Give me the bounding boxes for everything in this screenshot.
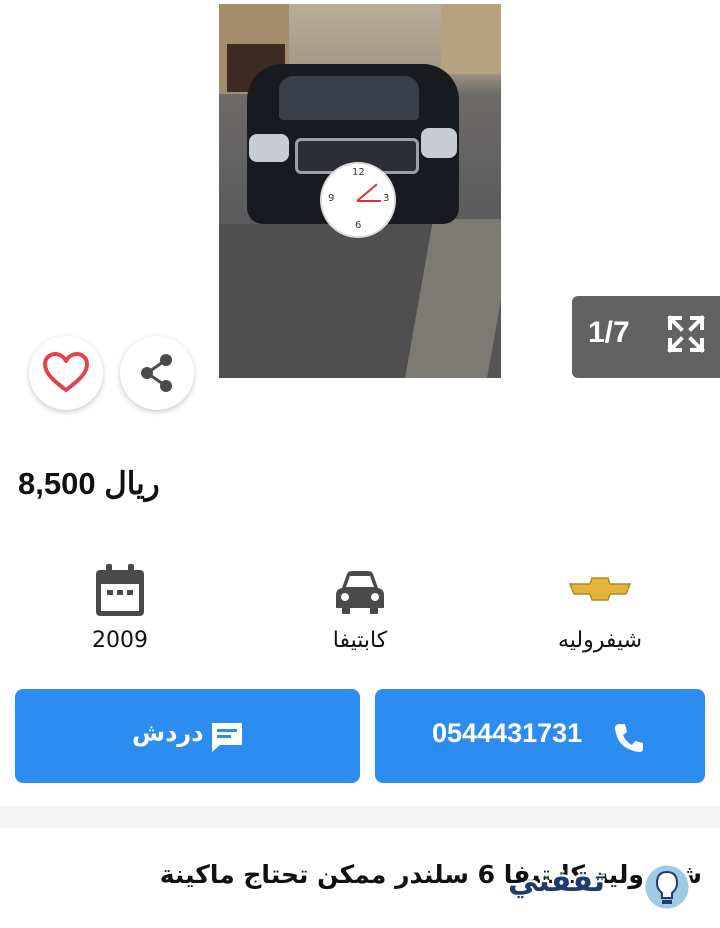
calendar-icon	[96, 564, 144, 616]
share-button[interactable]	[120, 336, 194, 410]
spec-model-value: كابتيفا	[332, 628, 388, 653]
spec-make-value: شيفروليه	[557, 628, 643, 653]
price: 8,500 ريال	[18, 466, 160, 501]
phone-icon	[615, 724, 643, 752]
chat-icon	[212, 723, 242, 752]
call-button-label: 0544431731	[432, 718, 583, 748]
spec-year-value: 2009	[92, 628, 148, 653]
clock-number: 9	[328, 193, 335, 204]
clock-number: 12	[352, 167, 365, 178]
photo-background-building	[441, 4, 501, 74]
clock-minute-hand	[357, 200, 381, 202]
photo-counter-badge[interactable]: 1/7	[572, 296, 720, 378]
clock-number: 3	[383, 193, 390, 204]
chevron-right-icon[interactable]	[643, 155, 673, 189]
expand-icon[interactable]	[666, 314, 706, 354]
heart-icon	[43, 352, 89, 392]
section-divider	[0, 806, 720, 828]
clock-number: 6	[355, 220, 362, 231]
call-button[interactable]: 0544431731	[375, 689, 705, 783]
car-icon	[336, 571, 384, 614]
lightbulb-icon	[642, 862, 692, 912]
chat-button[interactable]: دردش	[15, 689, 360, 783]
watermark-logo: ثقفني	[504, 856, 694, 918]
chevrolet-logo-icon	[568, 577, 632, 601]
chat-button-label: دردش	[132, 719, 204, 747]
photo-car-headlight	[421, 128, 457, 158]
chevron-left-icon[interactable]	[46, 155, 76, 189]
photo-car-windshield	[279, 76, 419, 120]
photo-car-headlight	[249, 134, 289, 162]
favorite-button[interactable]	[29, 336, 103, 410]
photo-road	[219, 224, 439, 378]
watermark-text: ثقفني	[508, 864, 606, 899]
clock-sticker: 12 3 6 9	[322, 164, 394, 236]
photo-gallery[interactable]: 12 3 6 9 1/7	[0, 0, 720, 400]
share-icon	[141, 354, 172, 392]
photo-counter: 1/7	[588, 316, 630, 349]
